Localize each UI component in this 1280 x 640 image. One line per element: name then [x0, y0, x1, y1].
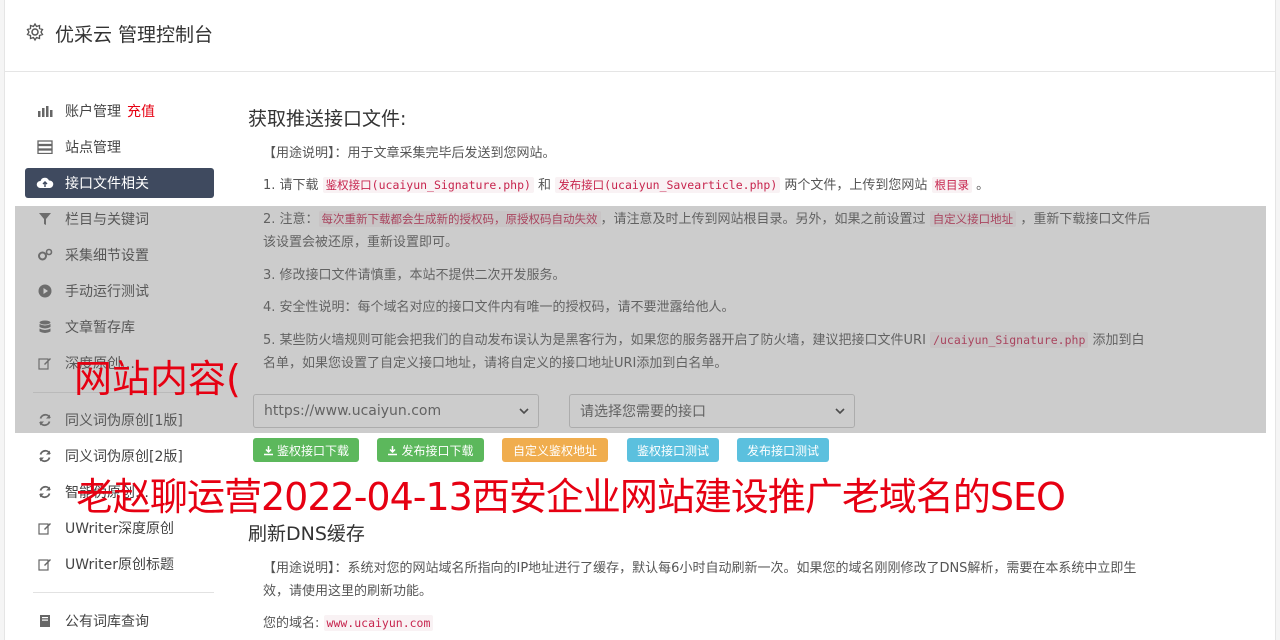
chevron-down-icon — [519, 408, 529, 415]
instruction-1: 1. 请下载 鉴权接口(ucaiyun_Signature.php) 和 发布接… — [263, 174, 1153, 197]
uri-code: /ucaiyun_Signature.php — [930, 332, 1089, 348]
test-publish-button[interactable]: 发布接口测试 — [737, 438, 829, 462]
page-title: 优采云 管理控制台 — [55, 24, 214, 46]
edit-icon — [36, 519, 54, 537]
api-select[interactable]: 请选择您需要的接口 — [569, 394, 855, 428]
play-circle-icon — [36, 282, 54, 300]
site-select-value: https://www.ucaiyun.com — [264, 403, 442, 419]
watermark-text: 老赵聊运营2022-04-13西安企业网站建设推广老域名的SEO — [76, 475, 1066, 519]
download-publish-button[interactable]: 发布接口下载 — [377, 438, 484, 462]
book-icon — [36, 612, 54, 630]
sidebar-item-label: 同义词伪原创[2版] — [65, 449, 183, 465]
sidebar-item-account[interactable]: 账户管理 充值 — [25, 96, 214, 126]
domain-row: 您的域名: www.ucaiyun.com — [263, 612, 1153, 635]
download-icon — [388, 445, 398, 455]
sidebar-item-public-lexicon[interactable]: 公有词库查询 — [25, 606, 214, 636]
sidebar-item-label: 接口文件相关 — [65, 176, 149, 192]
sidebar-item-label: UWriter深度原创 — [65, 521, 174, 537]
text: 和 — [533, 178, 556, 193]
sidebar-item-label: 手动运行测试 — [65, 284, 149, 300]
section-title-api-files: 获取推送接口文件: — [248, 108, 407, 130]
sidebar-item-uwriter-title[interactable]: UWriter原创标题 — [25, 549, 214, 579]
auth-file-link[interactable]: 鉴权接口(ucaiyun_Signature.php) — [322, 177, 534, 193]
button-label: 自定义鉴权地址 — [512, 443, 597, 458]
sidebar-divider — [33, 592, 214, 593]
dns-usage-note: 【用途说明】：系统对您的网站域名所指向的IP地址进行了缓存，默认每6小时自动刷新… — [263, 561, 1137, 599]
instruction-5: 5. 某些防火墙规则可能会把我们的自动发布误认为是黑客行为，如果您的服务器开启了… — [263, 329, 1153, 375]
domain-label: 您的域名: — [263, 616, 320, 631]
button-label: 发布接口下载 — [401, 443, 474, 458]
app-frame: 优采云 管理控制台 账户管理 充值 站点管理 接口文件相关 栏目与关键词 采集细… — [4, 0, 1276, 640]
warning-code: 每次重新下载都会生成新的授权码，原授权码自动失效 — [318, 211, 601, 227]
gears-icon — [36, 246, 54, 264]
text: 两个文件，上传到您网站 — [780, 178, 932, 193]
edit-icon — [36, 354, 54, 372]
custom-auth-address-button[interactable]: 自定义鉴权地址 — [502, 438, 608, 462]
download-icon — [263, 445, 273, 455]
bar-chart-icon — [36, 102, 54, 120]
sidebar-item-synonym-v1[interactable]: 同义词伪原创[1版] — [25, 405, 214, 435]
sidebar-item-label: 公有词库查询 — [65, 614, 149, 630]
api-select-value: 请选择您需要的接口 — [580, 404, 706, 420]
button-label: 鉴权接口测试 — [636, 443, 709, 458]
database-icon — [36, 318, 54, 336]
sidebar-item-columns-keywords[interactable]: 栏目与关键词 — [25, 204, 214, 234]
instruction-4: 4. 安全性说明：每个域名对应的接口文件内有唯一的授权码，请不要泄露给他人。 — [263, 300, 735, 315]
filter-icon — [36, 210, 54, 228]
chevron-down-icon — [835, 408, 845, 415]
sidebar-item-label: 栏目与关键词 — [65, 212, 149, 228]
text: 。 — [972, 178, 990, 193]
refresh-icon — [36, 411, 54, 429]
refresh-icon — [36, 447, 54, 465]
download-auth-button[interactable]: 鉴权接口下载 — [253, 438, 359, 462]
edit-icon — [36, 555, 54, 573]
sidebar-item-article-storage[interactable]: 文章暂存库 — [25, 312, 214, 342]
sidebar-item-label: UWriter原创标题 — [65, 557, 174, 573]
text: 2. 注意： — [263, 212, 319, 227]
sidebar-item-label: 同义词伪原创[1版] — [65, 413, 183, 429]
publish-file-link[interactable]: 发布接口(ucaiyun_Savearticle.php) — [555, 177, 781, 193]
cloud-upload-icon — [36, 174, 54, 192]
domain-value: www.ucaiyun.com — [323, 615, 434, 631]
sidebar-item-label: 文章暂存库 — [65, 320, 135, 336]
custom-api-code: 自定义接口地址 — [929, 211, 1017, 227]
sidebar-item-collect-settings[interactable]: 采集细节设置 — [25, 240, 214, 270]
button-label: 发布接口测试 — [746, 443, 819, 458]
refresh-icon — [36, 483, 54, 501]
section-title-dns: 刷新DNS缓存 — [248, 523, 365, 545]
sidebar-item-label: 站点管理 — [65, 140, 121, 156]
instruction-2: 2. 注意： 每次重新下载都会生成新的授权码，原授权码自动失效 ，请注意及时上传到网… — [263, 208, 1153, 254]
instruction-3: 3. 修改接口文件请慎重，本站不提供二次开发服务。 — [263, 268, 566, 283]
text: 5. 某些防火墙规则可能会把我们的自动发布误认为是黑客行为，如果您的服务器开启了… — [263, 333, 931, 348]
sidebar-item-api-files[interactable]: 接口文件相关 — [25, 168, 214, 198]
text: ，请注意及时上传到网站根目录。另外，如果之前设置过 — [600, 212, 930, 227]
top-bar: 优采云 管理控制台 — [5, 0, 1275, 72]
server-icon — [36, 138, 54, 156]
root-dir-code: 根目录 — [931, 177, 973, 193]
sidebar-item-label: 账户管理 — [65, 104, 121, 120]
gear-icon — [26, 22, 44, 42]
test-auth-button[interactable]: 鉴权接口测试 — [627, 438, 719, 462]
site-select[interactable]: https://www.ucaiyun.com — [253, 394, 539, 428]
usage-note: 【用途说明】：用于文章采集完毕后发送到您网站。 — [263, 146, 556, 161]
watermark-text: 网站内容( — [74, 357, 241, 401]
sidebar-item-label: 采集细节设置 — [65, 248, 149, 264]
sidebar-item-manual-run[interactable]: 手动运行测试 — [25, 276, 214, 306]
text: 1. 请下载 — [263, 178, 323, 193]
recharge-link[interactable]: 充值 — [127, 101, 155, 121]
sidebar-item-sites[interactable]: 站点管理 — [25, 132, 214, 162]
button-label: 鉴权接口下载 — [276, 443, 349, 458]
